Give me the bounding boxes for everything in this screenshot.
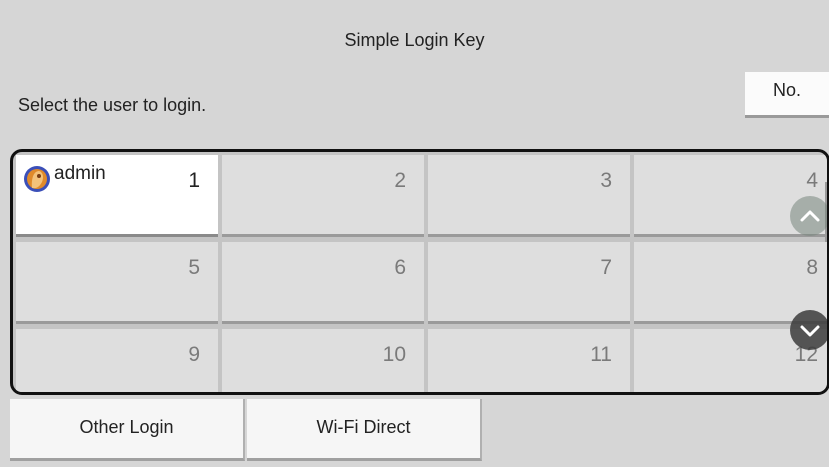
tile-user-name: admin bbox=[54, 163, 106, 184]
tile-number: 10 bbox=[382, 343, 406, 366]
wifi-direct-button[interactable]: Wi-Fi Direct bbox=[247, 399, 482, 461]
user-key-7[interactable]: 7 bbox=[428, 242, 630, 324]
user-avatar-icon bbox=[23, 164, 51, 194]
instruction-text: Select the user to login. bbox=[18, 95, 207, 115]
other-login-button[interactable]: Other Login bbox=[10, 399, 245, 461]
user-key-1[interactable]: admin 1 bbox=[16, 155, 218, 237]
tile-number: 7 bbox=[600, 256, 612, 279]
scroll-up-button[interactable] bbox=[790, 196, 827, 236]
user-key-2[interactable]: 2 bbox=[222, 155, 424, 237]
tile-number: 2 bbox=[394, 169, 406, 192]
scroll-down-button[interactable] bbox=[790, 310, 827, 350]
user-key-9[interactable]: 9 bbox=[16, 329, 218, 392]
user-key-6[interactable]: 6 bbox=[222, 242, 424, 324]
user-key-grid: admin 1 2 3 4 5 6 7 8 9 10 11 12 bbox=[10, 149, 829, 395]
page-title: Simple Login Key bbox=[344, 30, 485, 50]
tile-number: 1 bbox=[188, 169, 200, 192]
tile-number: 6 bbox=[394, 256, 406, 279]
tile-number: 3 bbox=[600, 169, 612, 192]
login-screen: Simple Login Key Select the user to logi… bbox=[0, 0, 829, 467]
tile-number: 11 bbox=[590, 343, 612, 366]
tile-number: 5 bbox=[188, 256, 200, 279]
number-entry-button[interactable]: No. bbox=[745, 72, 829, 118]
user-key-10[interactable]: 10 bbox=[222, 329, 424, 392]
user-key-11[interactable]: 11 bbox=[428, 329, 630, 392]
user-key-5[interactable]: 5 bbox=[16, 242, 218, 324]
chevron-down-icon bbox=[800, 325, 820, 337]
chevron-up-icon bbox=[800, 210, 820, 222]
tile-number: 8 bbox=[806, 256, 818, 279]
tile-number: 9 bbox=[188, 343, 200, 366]
user-key-3[interactable]: 3 bbox=[428, 155, 630, 237]
tile-number: 4 bbox=[806, 169, 818, 192]
